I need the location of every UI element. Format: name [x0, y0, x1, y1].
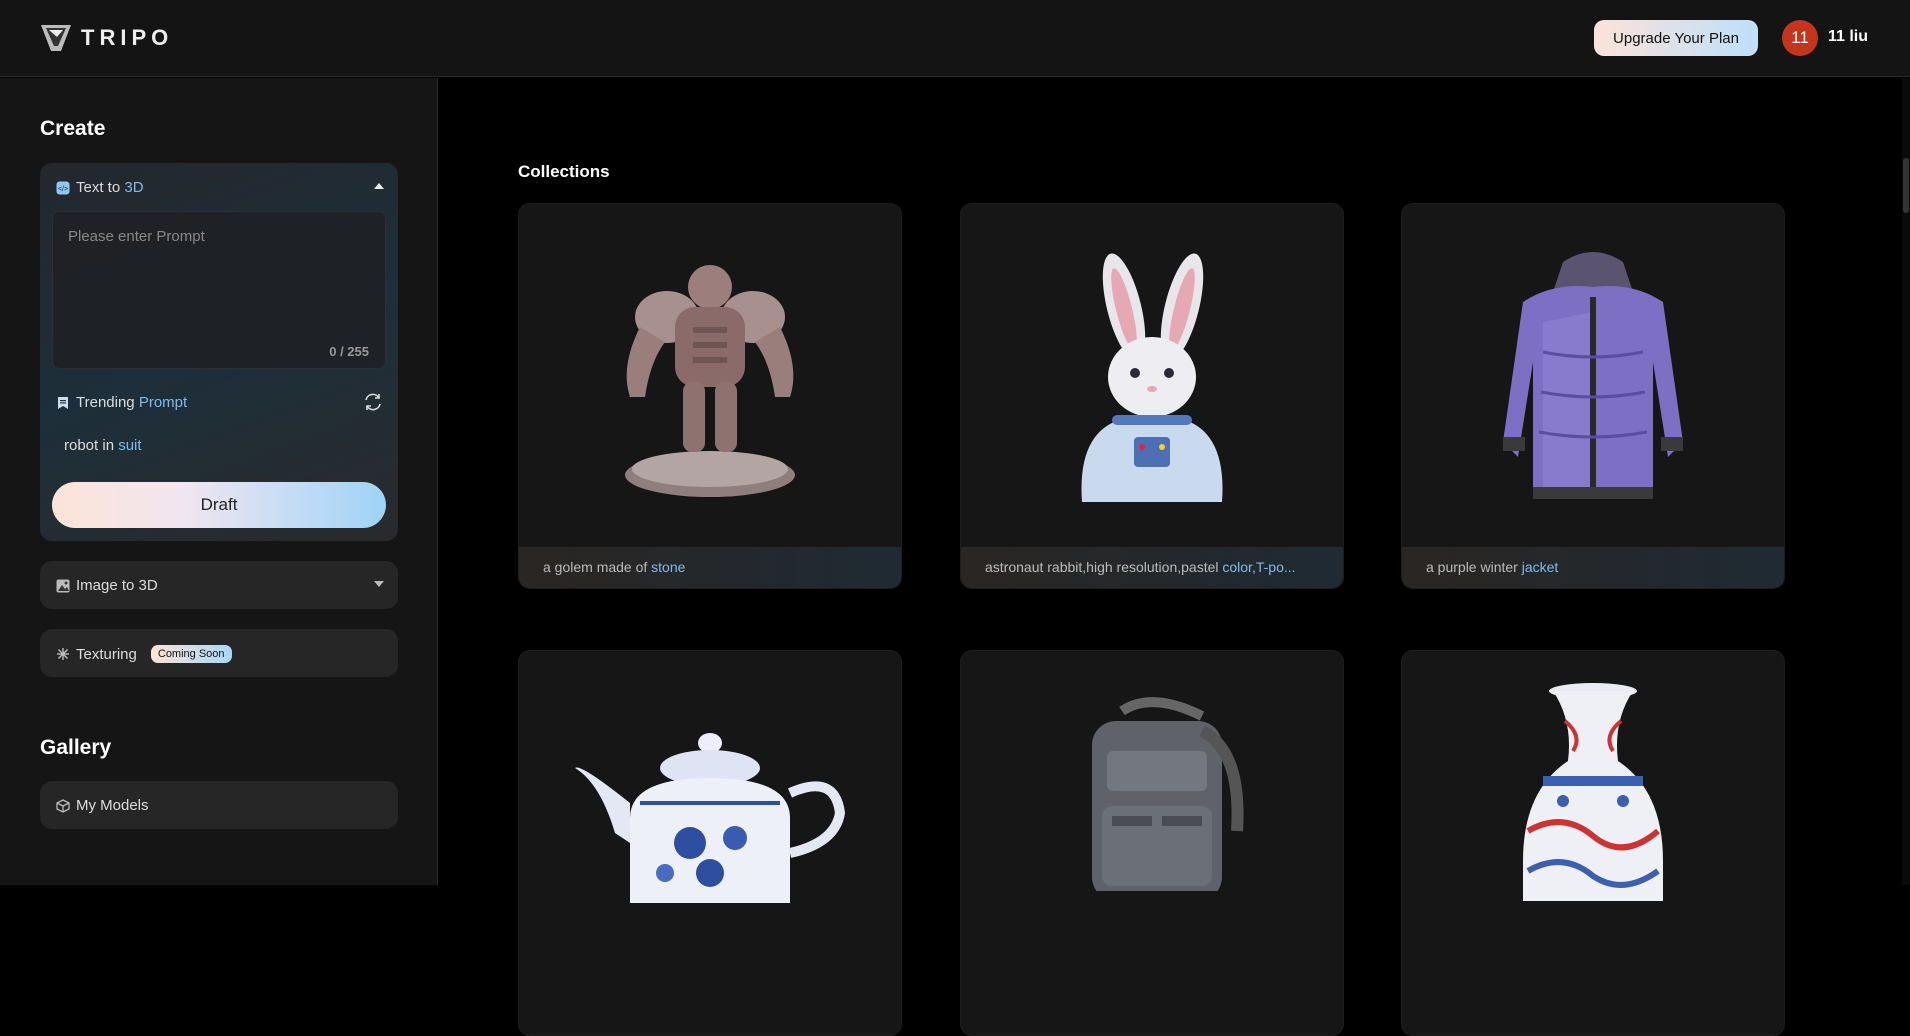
text-to-3d-icon: </>: [56, 181, 70, 194]
teapot-model-icon: [519, 651, 901, 996]
astronaut-rabbit-model-icon: [961, 204, 1343, 549]
text-to-3d-label: Text to 3D: [76, 179, 144, 196]
image-to-3d-header: Image to 3D: [56, 577, 158, 594]
expand-caret-icon[interactable]: [374, 581, 384, 587]
my-models-item[interactable]: My Models: [40, 781, 398, 829]
create-title: Create: [40, 117, 106, 140]
sidebar: Create </> Text to 3D 0 / 255 Trending P…: [0, 78, 438, 885]
collection-card[interactable]: [960, 650, 1344, 1036]
collection-card[interactable]: [1401, 650, 1785, 1036]
prompt-box: 0 / 255: [52, 211, 386, 369]
texturing-icon: [57, 648, 69, 660]
card-caption: astronaut rabbit,high resolution,pastel …: [961, 547, 1343, 588]
collection-card[interactable]: a golem made of stone: [518, 203, 902, 589]
draft-button[interactable]: Draft: [52, 482, 386, 528]
bookmark-icon: [58, 396, 68, 409]
card-caption: a golem made of stone: [519, 547, 901, 588]
svg-text:</>: </>: [58, 186, 68, 193]
tripo-logo-icon: [41, 25, 71, 51]
collapse-caret-icon[interactable]: [374, 183, 384, 189]
texturing-label: Texturing: [76, 645, 137, 663]
username[interactable]: 11 liu: [1828, 28, 1868, 46]
scrollbar-thumb[interactable]: [1903, 158, 1909, 213]
backpack-model-icon: [961, 651, 1343, 996]
text-to-3d-header[interactable]: </> Text to 3D: [56, 179, 144, 196]
texturing-header: Texturing Coming Soon: [56, 645, 232, 663]
avatar[interactable]: 11: [1782, 20, 1818, 56]
collection-card[interactable]: a purple winter jacket: [1401, 203, 1785, 589]
collection-card[interactable]: astronaut rabbit,high resolution,pastel …: [960, 203, 1344, 589]
my-models-header: My Models: [56, 797, 149, 814]
golem-model-icon: [519, 204, 901, 549]
page-scrollbar[interactable]: [1902, 78, 1910, 885]
trending-prompt-label: Trending Prompt: [56, 394, 187, 411]
tripo-logo[interactable]: TRIPO: [39, 22, 173, 54]
top-bar: TRIPO Upgrade Your Plan 11 11 liu: [0, 0, 1910, 77]
collection-card[interactable]: [518, 650, 902, 1036]
refresh-icon[interactable]: [362, 391, 384, 413]
text-to-3d-panel: </> Text to 3D 0 / 255 Trending Prompt r…: [40, 163, 398, 541]
coming-soon-badge: Coming Soon: [150, 645, 232, 663]
card-caption: a purple winter jacket: [1402, 547, 1784, 588]
image-to-3d-label: Image to 3D: [76, 577, 158, 594]
logo-text: TRIPO: [81, 25, 174, 50]
trending-suggestion[interactable]: robot in suit: [64, 437, 142, 454]
texturing-panel: Texturing Coming Soon: [40, 629, 398, 677]
my-models-label: My Models: [76, 797, 149, 814]
purple-jacket-model-icon: [1402, 204, 1784, 549]
main-content: Collections a golem made of stone astron…: [439, 78, 1910, 1036]
cube-icon: [56, 798, 70, 813]
collections-title: Collections: [518, 162, 610, 181]
gallery-title: Gallery: [40, 736, 112, 759]
image-icon: [56, 579, 70, 592]
vase-model-icon: [1402, 651, 1784, 996]
char-counter: 0 / 255: [329, 344, 369, 359]
image-to-3d-panel[interactable]: Image to 3D: [40, 561, 398, 609]
upgrade-plan-button[interactable]: Upgrade Your Plan: [1594, 20, 1758, 56]
